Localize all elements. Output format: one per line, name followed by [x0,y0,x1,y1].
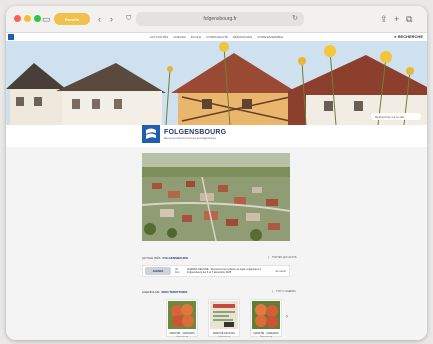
news-section-name: FOLGENSBOURG [162,256,189,260]
news-date-month: Déc. [175,271,181,274]
minimize-window-button[interactable] [24,15,31,22]
hero-image [6,41,427,125]
chevron-left-icon[interactable]: ‹ [98,12,101,26]
reload-icon[interactable]: ↻ [292,14,298,22]
search-label: RECHERCHE [397,34,423,39]
event-poster-image [210,301,238,329]
agenda-card-place: Folgensbourg [175,336,189,338]
all-agenda-link[interactable]: TOUT L'AGENDA [272,290,296,293]
zoom-window-button[interactable] [34,15,41,22]
browser-window: ▭ Favoris ‹ › ⛉ folgensbourg.fr ↻ ⇪ + ⧉ … [6,6,427,340]
search-button[interactable]: ⌕ RECHERCHE [394,34,423,39]
browser-toolbar: ▭ Favoris ‹ › ⛉ folgensbourg.fr ↻ ⇪ + ⧉ [6,6,427,33]
close-window-button[interactable] [14,15,21,22]
agenda-section-name: MON TERRITOIRE [161,290,188,294]
agenda-card[interactable]: MARCHÉ DE NOËL Folgensbourg [208,299,240,338]
hero-search-input[interactable]: Rechercher sur le site [371,113,421,120]
site-tagline: Bienvenue dans la commune de Folgensbour… [164,137,216,140]
agenda-section-heading: AGENDA DE MON TERRITOIRE [142,288,187,296]
nav-item-vivre-ensemble[interactable]: VIVRE ENSEMBLE [257,35,283,39]
agenda-card-place: Folgensbourg [259,336,273,338]
agenda-card[interactable]: MARCHÉ - VERGERS Folgensbourg [166,299,198,338]
nav-item-agenda[interactable]: AGENDA [173,35,186,39]
news-thumb-label: AGENDA [152,269,164,273]
nav-item-ecole[interactable]: ÉCOLE [191,35,201,39]
sidebar-icon[interactable]: ▭ [42,12,51,26]
shield-icon[interactable]: ⛉ [126,12,131,26]
news-more-link[interactable]: En savoir [276,270,286,273]
chevron-right-icon[interactable]: › [110,12,113,26]
site-title[interactable]: FOLGENSBOURG [164,129,226,136]
agenda-section-prefix: AGENDA DE [142,290,160,294]
agenda-card[interactable]: MARCHÉ - VERGERS Folgensbourg [250,299,282,338]
news-section-heading: ACTUALITÉS FOLGENSBOURG [142,254,188,262]
site-badge-icon[interactable] [8,34,14,40]
hero-search-placeholder: Rechercher sur le site [375,114,405,119]
hero-banner: Rechercher sur le site [6,41,427,125]
search-icon: ⌕ [394,34,397,39]
logo-header: FOLGENSBOURG Bienvenue dans la commune d… [6,125,427,147]
aerial-village-photo [142,153,290,241]
tab-group-pill[interactable]: Favoris [54,13,90,25]
apples-image [168,301,196,329]
tabs-icon[interactable]: ⧉ [406,12,412,26]
nav-item-actualites[interactable]: ACTUALITÉS [150,35,169,39]
apples-image [252,301,280,329]
agenda-card-place: Folgensbourg [217,336,231,338]
agenda-card-title: MARCHÉ - VERGERS [169,332,195,335]
share-icon[interactable]: ⇪ [380,12,388,26]
news-thumbnail: AGENDA [145,267,171,275]
all-news-link[interactable]: TOUTES LES ACTUS [268,256,297,259]
agenda-card-title: MARCHÉ - VERGERS [253,332,279,335]
folgensbourg-logo-icon[interactable] [142,125,160,143]
nav-item-demarches[interactable]: DÉMARCHES [233,35,252,39]
news-text: AGENDA SÉCURE · Découvrez les collecte d… [187,268,261,274]
news-section-prefix: ACTUALITÉS [142,256,161,260]
plus-icon[interactable]: + [394,12,399,26]
news-item[interactable]: AGENDA 06 Déc. AGENDA SÉCURE · Découvrez… [142,265,290,277]
agenda-cards: MARCHÉ - VERGERS Folgensbourg MARCHÉ DE … [166,299,282,338]
top-navigation: ACTUALITÉS AGENDA ÉCOLE COMMUNAUTÉ DÉMAR… [6,33,427,41]
website-content: ACTUALITÉS AGENDA ÉCOLE COMMUNAUTÉ DÉMAR… [6,33,427,340]
agenda-card-title: MARCHÉ DE NOËL [212,332,236,335]
carousel-next-icon[interactable]: › [286,314,288,320]
address-bar[interactable]: folgensbourg.fr ↻ [136,12,304,26]
news-date: 06 Déc. [175,268,180,274]
address-text: folgensbourg.fr [203,16,237,22]
nav-item-communaute[interactable]: COMMUNAUTÉ [206,35,228,39]
